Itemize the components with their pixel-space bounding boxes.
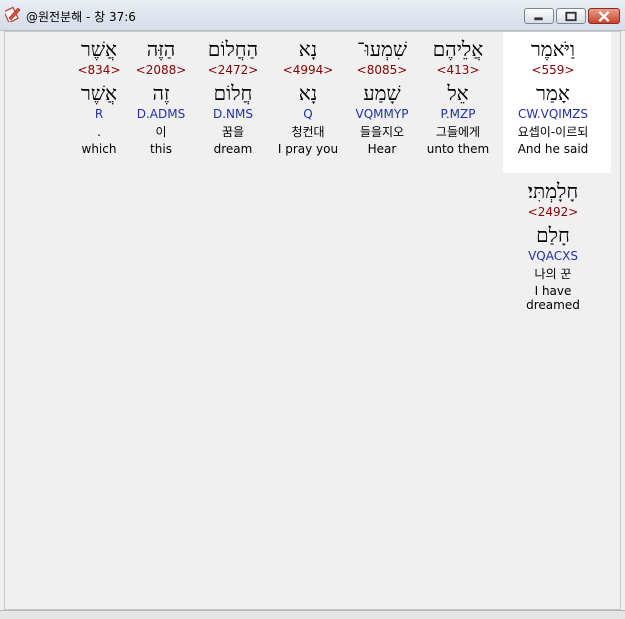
- close-icon: [598, 10, 610, 23]
- word-column[interactable]: אֲלֵיהֶם <413> אֵל P.MZP 그들에게 unto them: [416, 37, 500, 158]
- morph-code: Q: [303, 107, 313, 121]
- word-column[interactable]: אֲשֶׁר <834> אֲשֶׁר R. which: [57, 37, 141, 158]
- word-column[interactable]: הַחֲלוֹם <2472> חֲלוֹם D.NMS 꿈을 dream: [191, 37, 275, 158]
- app-window: @원전분해 - 창 37:6 וַיֹּאמֶר <559> אָמַר CW.VQI…: [0, 0, 625, 619]
- english-gloss: And he said: [517, 142, 589, 156]
- strong-number[interactable]: <4994>: [266, 63, 350, 81]
- hebrew-word: וַיֹּאמֶר: [530, 37, 576, 61]
- strong-number[interactable]: <559>: [511, 63, 595, 81]
- strong-number[interactable]: <834>: [57, 63, 141, 81]
- morph-code: P.MZP: [440, 107, 476, 121]
- english-gloss: dream: [213, 142, 253, 156]
- word-column[interactable]: שִׁמְעוּ־ <8085> שָׁמַע VQMMYP 들을지오 Hear: [340, 37, 424, 158]
- strong-number[interactable]: <8085>: [340, 63, 424, 81]
- maximize-button[interactable]: [556, 8, 586, 24]
- interlinear-panel: וַיֹּאמֶר <559> אָמַר CW.VQIMZS 요셉이-이르되 And h…: [4, 31, 621, 610]
- lemma-word: אֲשֶׁר: [81, 81, 117, 105]
- hebrew-word: הַחֲלוֹם: [207, 37, 259, 61]
- minimize-icon: [534, 17, 543, 21]
- close-button[interactable]: [588, 8, 620, 24]
- window-title: @원전분해 - 창 37:6: [26, 10, 136, 24]
- app-icon: [5, 6, 21, 22]
- english-gloss: I pray you: [277, 142, 339, 156]
- strong-number[interactable]: <413>: [416, 63, 500, 81]
- korean-gloss: 꿈을: [221, 125, 245, 139]
- korean-gloss: 청컨대: [291, 125, 325, 139]
- english-gloss: Hear: [367, 142, 397, 156]
- title-bar[interactable]: @원전분해 - 창 37:6: [0, 0, 625, 31]
- word-column[interactable]: נָא <4994> נָא Q 청컨대 I pray you: [266, 37, 350, 158]
- korean-gloss: .: [97, 125, 101, 139]
- morph-code: D.NMS: [212, 107, 253, 121]
- word-column[interactable]: חָלָמְתִּי׃ <2492> חָלַם VQACXS 나의 꾼 I have d…: [511, 179, 595, 312]
- lemma-word: אֵל: [447, 81, 469, 105]
- lemma-word: חָלַם: [536, 223, 570, 247]
- english-gloss: I have dreamed: [526, 284, 580, 312]
- morph-code: CW.VQIMZS: [517, 107, 589, 121]
- lemma-word: חֲלוֹם: [213, 81, 253, 105]
- morph-code: VQACXS: [528, 249, 578, 263]
- english-gloss: unto them: [426, 142, 490, 156]
- korean-gloss: 그들에게: [435, 125, 481, 139]
- korean-gloss: 들을지오: [359, 125, 405, 139]
- morph-code: R: [94, 107, 104, 121]
- strong-number[interactable]: <2472>: [191, 63, 275, 81]
- word-column[interactable]: וַיֹּאמֶר <559> אָמַר CW.VQIMZS 요셉이-이르되 And h…: [511, 37, 595, 158]
- korean-gloss: 나의 꾼: [534, 267, 572, 281]
- lemma-word: אָמַר: [536, 81, 570, 105]
- morph-code: VQMMYP: [355, 107, 409, 121]
- hebrew-word: חָלָמְתִּי׃: [527, 179, 579, 203]
- lemma-word: נָא: [298, 81, 318, 105]
- english-gloss: which: [81, 142, 117, 156]
- hebrew-word: שִׁמְעוּ־: [356, 37, 408, 61]
- lemma-word: שָׁמַע: [363, 81, 401, 105]
- maximize-icon: [565, 11, 577, 22]
- strong-number[interactable]: <2492>: [511, 205, 595, 223]
- hebrew-word: נָא: [298, 37, 318, 61]
- hebrew-word: אֲשֶׁר: [81, 37, 117, 61]
- korean-gloss: 요셉이-이르되: [517, 125, 589, 139]
- minimize-button[interactable]: [524, 8, 554, 24]
- hebrew-word: אֲלֵיהֶם: [432, 37, 484, 61]
